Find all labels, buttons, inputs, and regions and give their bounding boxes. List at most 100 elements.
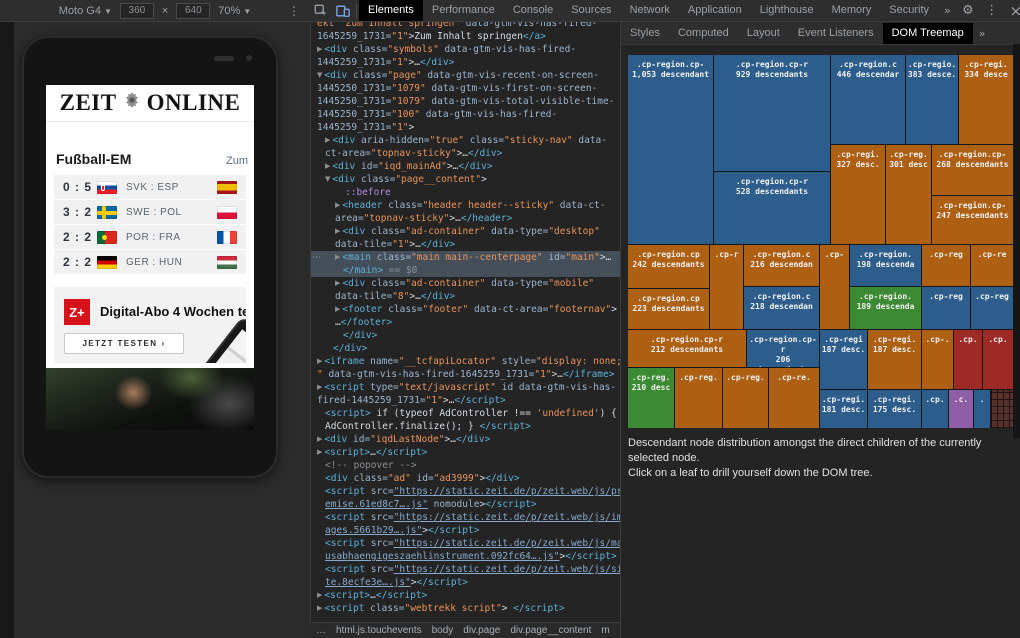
treemap-cell[interactable]: .cp-regi. 334 desce [959, 55, 1013, 144]
code-line[interactable]: ▶ <iframe name="__tcfapiLocator" style="d… [311, 355, 620, 368]
score-row[interactable]: 0 : 5 SVK : ESP [54, 175, 246, 200]
tab-console[interactable]: Console [504, 0, 562, 21]
treemap-cell[interactable]: .cp-reg [922, 287, 970, 329]
treemap-cell[interactable]: .cp-region.c 218 descendan [744, 287, 819, 329]
breadcrumb-item-html-js-touchevents[interactable]: html.js.touchevents [336, 625, 422, 636]
zoom-select[interactable]: 70% ▼ [218, 5, 251, 17]
code-line[interactable]: ▶ <div class="ad-container" data-type="de… [311, 225, 620, 238]
code-line[interactable]: data-tile="1">…</div> [311, 238, 620, 251]
tab-lighthouse[interactable]: Lighthouse [751, 0, 823, 21]
code-line[interactable]: data-tile="8">…</div> [311, 290, 620, 303]
tab-performance[interactable]: Performance [423, 0, 504, 21]
treemap-cell[interactable]: .cp-region. 198 descenda [850, 245, 921, 286]
code-line[interactable]: <!-- popover --> [311, 459, 620, 472]
treemap-cell[interactable]: .cp- [820, 245, 849, 329]
score-row[interactable]: 2 : 2 POR : FRA [54, 225, 246, 250]
code-line[interactable]: ▼ <div class="page__content"> [311, 173, 620, 186]
code-line[interactable]: ▶ <div aria-hidden="true" class="sticky-n… [311, 134, 620, 147]
code-line[interactable]: <script> if (typeof AdController !== 'un… [311, 407, 620, 420]
code-line[interactable]: ▶ <script>…</script> [311, 446, 620, 459]
tab-elements[interactable]: Elements [359, 0, 423, 21]
inspect-icon[interactable] [310, 0, 332, 21]
code-line[interactable]: <script src="https://static.zeit.de/p/ze… [311, 511, 620, 524]
jetzt-testen-button[interactable]: JETZT TESTEN › [64, 333, 184, 354]
ad-banner[interactable]: Z+ Digital-Abo 4 Wochen te JETZT TESTEN › [54, 287, 246, 363]
treemap-cell[interactable]: .c. [949, 390, 973, 428]
device-toolbar-more-icon[interactable]: ⋮ [288, 0, 300, 22]
treemap-cell[interactable]: .cp. [922, 390, 948, 428]
tab-network[interactable]: Network [621, 0, 679, 21]
treemap-cell[interactable]: . [974, 390, 990, 428]
treemap-cell[interactable]: .cp-reg [971, 287, 1013, 329]
breadcrumb-item-m[interactable]: m [601, 625, 609, 636]
treemap-cell[interactable]: .cp-regi. 181 desc. [820, 390, 867, 428]
treemap-cell[interactable]: .cp-reg. [723, 368, 768, 428]
treemap-cell[interactable]: .cp-region.cp 242 descendants [628, 245, 709, 288]
tab-memory[interactable]: Memory [823, 0, 881, 21]
code-line[interactable]: ▶ <div id="iqd_mainAd">…</div> [311, 160, 620, 173]
treemap-cell[interactable]: .cp-region.cp- 1,053 descendant [628, 55, 713, 244]
code-line[interactable]: ::before [311, 186, 620, 199]
code-line[interactable]: <script src="https://static.zeit.de/p/ze… [311, 563, 620, 576]
treemap-cell[interactable]: .cp-region.cp-r206 descendants [747, 330, 819, 367]
code-line[interactable]: 1445259_1731="1"> [311, 121, 620, 134]
treemap-cell[interactable]: .cp-region.c 446 descendar [831, 55, 905, 144]
code-line[interactable]: ct-area="topnav-sticky">…</div> [311, 147, 620, 160]
tab-dom-treemap[interactable]: DOM Treemap [882, 22, 973, 44]
code-line[interactable]: ▼ <div class="page" data-gtm-vis-recent-o… [311, 69, 620, 82]
code-line[interactable]: ekt "Zum Inhalt springen" data-gtm-vis-h… [311, 22, 620, 30]
code-line[interactable]: ▶ <script>…</script> [311, 589, 620, 602]
kebab-menu-icon[interactable]: ⋮ [981, 0, 1003, 21]
treemap-cell[interactable]: .cp-region.c 216 descendan [744, 245, 819, 286]
treemap-cell[interactable]: .cp-region. 189 descenda [850, 287, 921, 329]
treemap-cell[interactable]: .cp-r [710, 245, 743, 329]
code-line[interactable]: 1445250_1731="100" data-gtm-vis-has-fire… [311, 108, 620, 121]
treemap-cell[interactable]: .cp. [954, 330, 982, 389]
treemap-cell[interactable]: .cp-regi. 175 desc. [868, 390, 921, 428]
code-line[interactable]: fired-1445259_1731="1">…</script> [311, 394, 620, 407]
score-row[interactable]: 3 : 2 SWE : POL [54, 200, 246, 225]
code-line-selected[interactable]: </main> == $0 [311, 264, 620, 277]
treemap-cell[interactable]: .cp-region.cp-r 212 descendants [628, 330, 746, 367]
height-input[interactable]: 640 [176, 2, 211, 19]
code-line[interactable]: ▶ <div class="symbols" data-gtm-vis-has-f… [311, 43, 620, 56]
section-link[interactable]: Zum [226, 155, 248, 167]
code-line[interactable]: AdController.finalize(); } </script> [311, 420, 620, 433]
tab-application[interactable]: Application [679, 0, 751, 21]
treemap-cell[interactable]: .cp-reg. [675, 368, 722, 428]
code-line[interactable]: <script src="https://static.zeit.de/p/ze… [311, 537, 620, 550]
code-line[interactable]: </div> [311, 342, 620, 355]
code-line[interactable]: 1445259_1731="1">…</div> [311, 56, 620, 69]
code-line[interactable]: " data-gtm-vis-has-fired-1645259_1731="1… [311, 368, 620, 381]
code-line[interactable]: …</footer> [311, 316, 620, 329]
device-select[interactable]: Moto G4 ▼ [59, 5, 112, 17]
zeit-masthead[interactable]: ZEIT ONLINE [46, 85, 254, 122]
sidebar-more-tabs-icon[interactable]: » [973, 27, 992, 40]
tab-styles[interactable]: Styles [621, 23, 669, 44]
width-input[interactable]: 360 [119, 2, 154, 19]
treemap-cell[interactable]: .cp-region.cp 223 descendants [628, 289, 709, 329]
treemap-cell[interactable]: .cp-reg. 301 desc [886, 145, 931, 244]
scrollbar-gutter[interactable] [1013, 44, 1020, 438]
code-line[interactable]: 1445250_1731="1079" data-gtm-vis-first-o… [311, 82, 620, 95]
code-line[interactable]: ages.5661b29….js"></script> [311, 524, 620, 537]
code-line[interactable]: area="topnav-sticky">…</header> [311, 212, 620, 225]
code-line[interactable]: te.8ecfe3e….js"></script> [311, 576, 620, 589]
code-line[interactable]: ▶ <script type="text/javascript" id data-… [311, 381, 620, 394]
code-line[interactable]: ▶ <script class="webtrekk script"> </scri… [311, 602, 620, 615]
gear-icon[interactable]: ⚙ [957, 0, 979, 21]
code-line[interactable]: <script src="https://static.zeit.de/p/ze… [311, 485, 620, 498]
treemap-cell[interactable]: .cp-regi. 327 desc. [831, 145, 885, 244]
device-toolbar-icon[interactable] [332, 0, 354, 21]
treemap-cell[interactable]: .cp-re [971, 245, 1013, 286]
code-line[interactable]: <div class="ad" id="ad3999"></div> [311, 472, 620, 485]
treemap-cell[interactable]: .cp-regio. 383 desce. [906, 55, 958, 144]
breadcrumb-item-div-page[interactable]: div.page [463, 625, 500, 636]
tab-computed[interactable]: Computed [669, 23, 738, 44]
code-line[interactable]: 1645259_1731="1">Zum Inhalt springen</a> [311, 30, 620, 43]
tab-security[interactable]: Security [880, 0, 938, 21]
treemap-cell[interactable]: .cp-regi 187 desc. [820, 330, 867, 389]
treemap-cell[interactable]: .cp-region.cp- 247 descendants [932, 196, 1013, 244]
breadcrumb-item-div-page-content[interactable]: div.page__content [510, 625, 591, 636]
treemap-cell[interactable]: .cp-reg. 210 desc [628, 368, 674, 428]
